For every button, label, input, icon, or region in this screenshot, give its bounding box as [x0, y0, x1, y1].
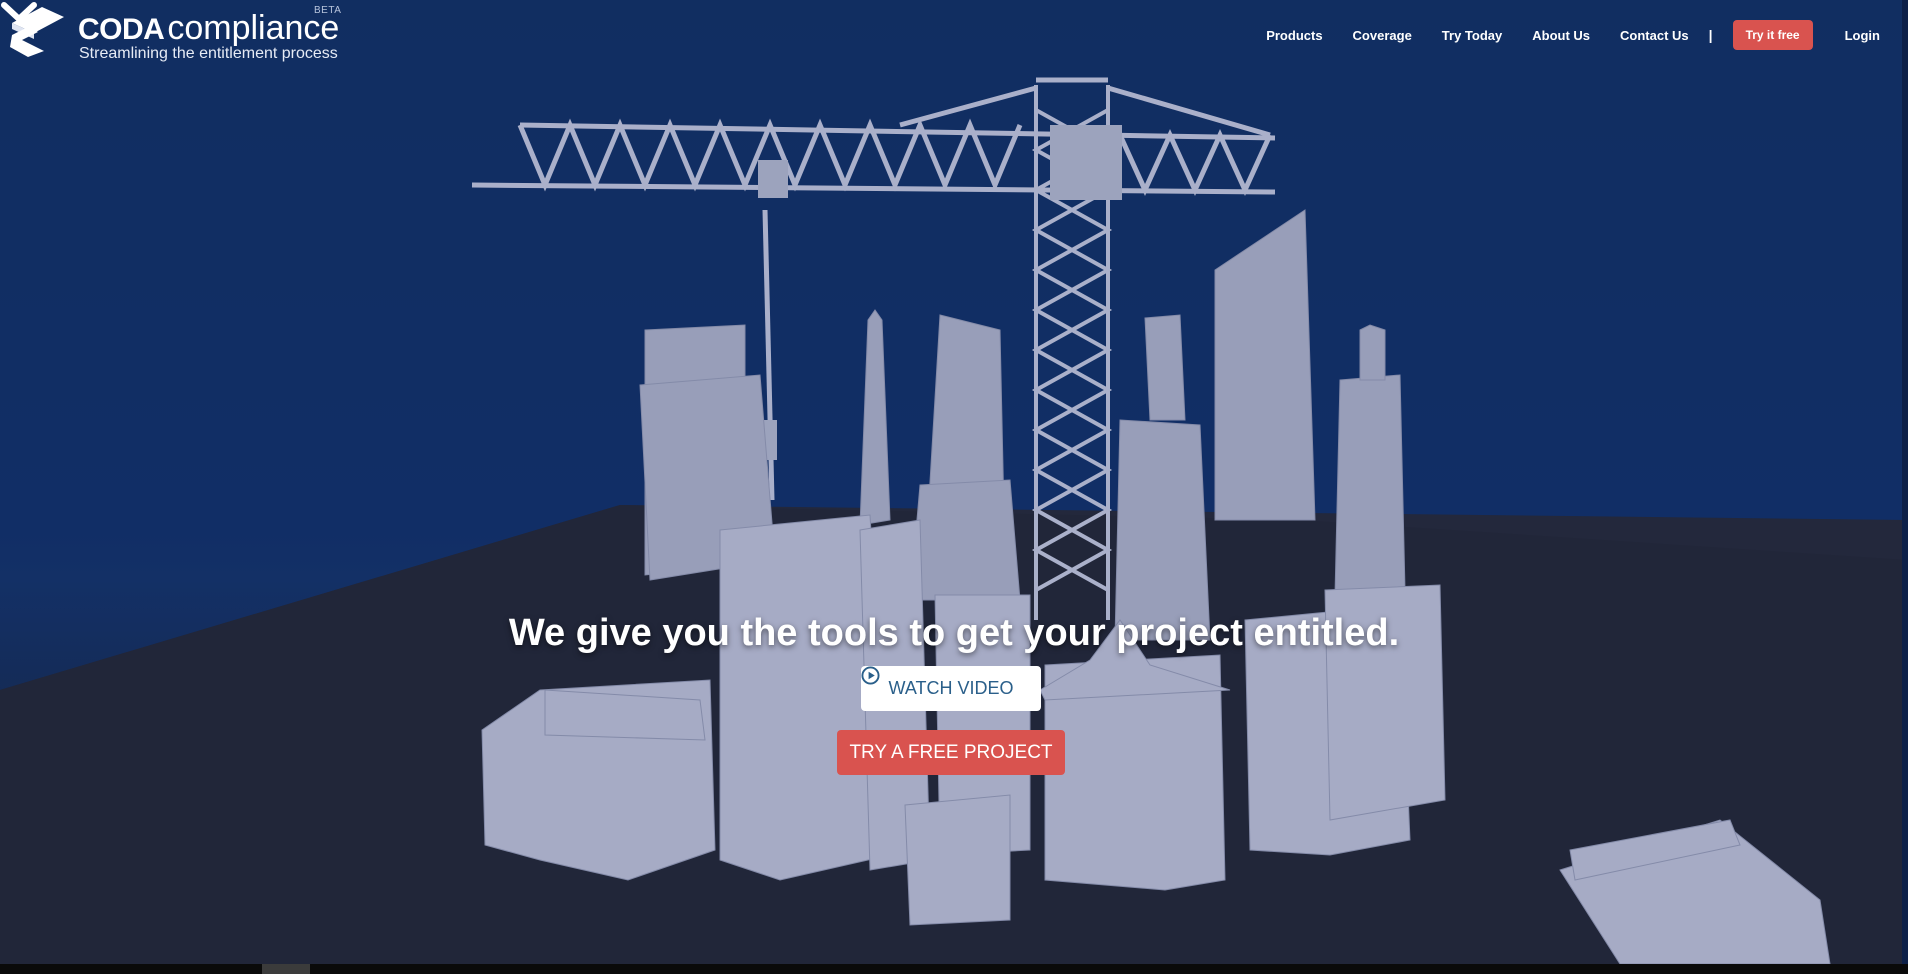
try-free-project-button[interactable]: TRY A FREE PROJECT: [837, 730, 1065, 775]
beta-badge: BETA: [314, 5, 342, 16]
page-scrollbar[interactable]: [1902, 0, 1908, 964]
chevron-down-icon[interactable]: [0, 0, 38, 26]
hero-headline: We give you the tools to get your projec…: [508, 612, 1400, 654]
watch-video-label: WATCH VIDEO: [888, 678, 1014, 698]
nav-item-try-today[interactable]: Try Today: [1442, 28, 1502, 43]
taskbar: [0, 964, 1908, 974]
nav-item-about-us[interactable]: About Us: [1532, 28, 1590, 43]
login-link[interactable]: Login: [1845, 28, 1880, 43]
brand-name-bold: CODA: [78, 13, 165, 46]
nav-item-products[interactable]: Products: [1266, 28, 1322, 43]
try-free-project-label: TRY A FREE PROJECT: [849, 741, 1053, 763]
city-crane-illustration: [0, 0, 1908, 964]
play-circle-icon: [861, 666, 880, 685]
nav-separator: |: [1708, 27, 1713, 43]
hero-section: CODAcompliance BETA Streamlining the ent…: [0, 0, 1908, 964]
main-nav: Products Coverage Try Today About Us Con…: [1236, 20, 1880, 50]
brand-tagline: Streamlining the entitlement process: [79, 45, 338, 62]
brand-wordmark: CODAcompliance: [78, 11, 339, 47]
brand-logo[interactable]: CODAcompliance BETA Streamlining the ent…: [8, 5, 348, 62]
watch-video-button[interactable]: WATCH VIDEO: [861, 666, 1041, 711]
nav-item-contact-us[interactable]: Contact Us: [1620, 28, 1689, 43]
try-it-free-button[interactable]: Try it free: [1732, 20, 1813, 50]
taskbar-item[interactable]: [262, 964, 310, 974]
nav-item-coverage[interactable]: Coverage: [1353, 28, 1412, 43]
